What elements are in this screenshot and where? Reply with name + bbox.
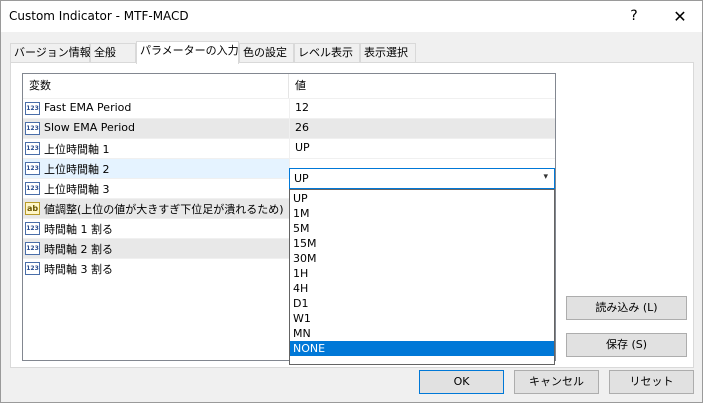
combobox-value: UP — [294, 172, 309, 185]
dropdown-option[interactable]: 1M — [290, 206, 554, 221]
tab-general[interactable]: 全般 — [90, 43, 136, 63]
help-button[interactable]: ? — [612, 1, 656, 32]
reset-button[interactable]: リセット — [609, 370, 694, 394]
param-value[interactable]: UP — [295, 141, 310, 154]
column-header-value[interactable]: 値 — [289, 74, 306, 98]
dropdown-option[interactable]: 15M — [290, 236, 554, 251]
param-row-slow-ema[interactable]: 123 Slow EMA Period 26 — [23, 118, 555, 138]
cancel-button[interactable]: キャンセル — [514, 370, 599, 394]
tab-colors[interactable]: 色の設定 — [239, 43, 294, 63]
close-button[interactable]: ✕ — [658, 1, 702, 32]
chevron-down-icon[interactable]: ▾ — [543, 172, 548, 182]
column-header-variable[interactable]: 変数 — [23, 74, 51, 98]
tab-visualization[interactable]: 表示選択 — [360, 43, 416, 63]
integer-icon: 123 — [25, 242, 40, 255]
tab-version-info[interactable]: バージョン情報 — [10, 43, 91, 63]
param-name: 値調整(上位の値が大きすぎ下位足が潰れるため) — [44, 203, 284, 216]
param-row-fast-ema[interactable]: 123 Fast EMA Period 12 — [23, 98, 555, 118]
dropdown-option[interactable]: UP — [290, 191, 554, 206]
dropdown-option[interactable]: 4H — [290, 281, 554, 296]
integer-icon: 123 — [25, 122, 40, 135]
param-name: 上位時間軸 2 — [44, 163, 110, 176]
title-bar: Custom Indicator - MTF-MACD ? ✕ — [1, 1, 702, 32]
dropdown-option[interactable]: 1H — [290, 266, 554, 281]
grid-header: 変数 値 — [23, 74, 555, 98]
integer-icon: 123 — [25, 102, 40, 115]
timeframe-combobox[interactable]: UP ▾ — [289, 168, 555, 189]
param-row-higher-tf-1[interactable]: 123 上位時間軸 1 UP — [23, 138, 555, 158]
param-name: 時間軸 2 割る — [44, 243, 113, 256]
param-value[interactable]: 26 — [295, 121, 309, 134]
dropdown-option[interactable]: W1 — [290, 311, 554, 326]
dropdown-option-selected[interactable]: NONE — [290, 341, 554, 356]
integer-icon: 123 — [25, 222, 40, 235]
string-icon: ab — [25, 202, 40, 215]
param-name: Slow EMA Period — [44, 121, 136, 134]
param-name: 時間軸 1 割る — [44, 223, 113, 236]
load-button[interactable]: 読み込み (L) — [566, 296, 687, 320]
dropdown-option[interactable]: 30M — [290, 251, 554, 266]
tab-input-parameters[interactable]: パラメーターの入力 — [136, 41, 239, 64]
integer-icon: 123 — [25, 262, 40, 275]
param-value[interactable]: 12 — [295, 101, 309, 114]
dropdown-option[interactable]: MN — [290, 326, 554, 341]
param-name: Fast EMA Period — [44, 101, 132, 114]
dialog-window: Custom Indicator - MTF-MACD ? ✕ バージョン情報 … — [0, 0, 703, 403]
integer-icon: 123 — [25, 162, 40, 175]
save-button[interactable]: 保存 (S) — [566, 333, 687, 357]
param-name: 時間軸 3 割る — [44, 263, 113, 276]
timeframe-dropdown-list: UP 1M 5M 15M 30M 1H 4H D1 W1 MN NONE — [289, 189, 555, 365]
dropdown-option[interactable]: 5M — [290, 221, 554, 236]
param-name: 上位時間軸 3 — [44, 183, 110, 196]
dropdown-option[interactable]: D1 — [290, 296, 554, 311]
tab-panel: 変数 値 123 Fast EMA Period 12 123 Slow EMA P… — [10, 62, 694, 368]
integer-icon: 123 — [25, 142, 40, 155]
tab-levels[interactable]: レベル表示 — [294, 43, 360, 63]
param-name: 上位時間軸 1 — [44, 143, 110, 156]
window-title: Custom Indicator - MTF-MACD — [9, 9, 189, 23]
integer-icon: 123 — [25, 182, 40, 195]
ok-button[interactable]: OK — [419, 370, 504, 394]
